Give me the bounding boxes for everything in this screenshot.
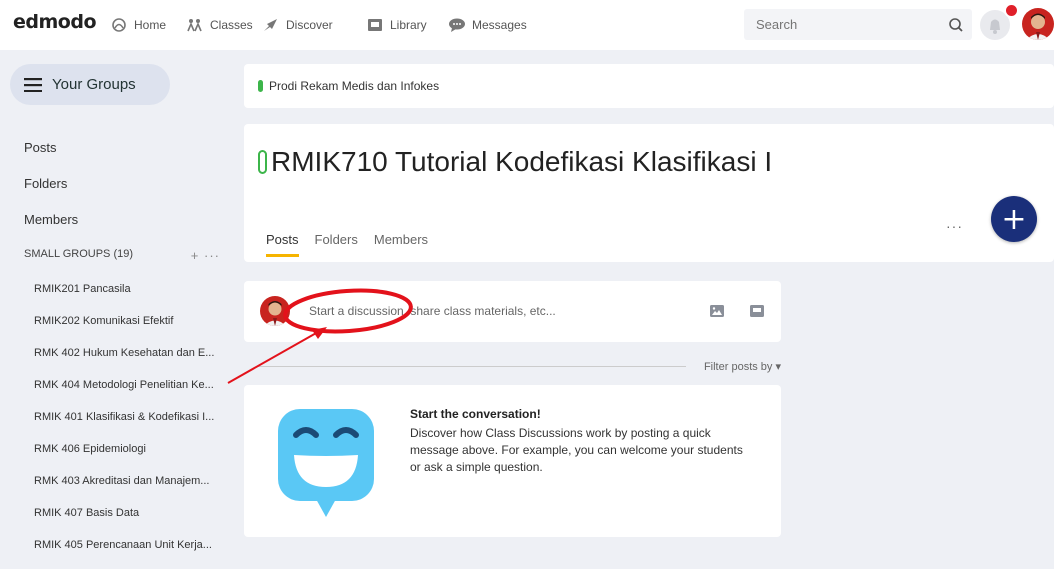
- sidebar-group-item[interactable]: RMK 404 Metodologi Penelitian Ke...: [34, 379, 224, 391]
- sidebar-group-item[interactable]: RMK 406 Epidemiologi: [34, 443, 224, 455]
- nav-home[interactable]: Home: [110, 16, 166, 34]
- class-title: RMIK710 Tutorial Kodefikasi Klasifikasi …: [258, 146, 772, 178]
- top-nav-bar: edmodo Home Classes Discover Library Mes…: [0, 0, 1054, 50]
- image-upload-icon[interactable]: [709, 303, 725, 319]
- sidebar-group-item[interactable]: RMIK 407 Basis Data: [34, 507, 224, 519]
- school-status-marker: [258, 80, 263, 92]
- filter-row: Filter posts by ▾: [244, 358, 781, 376]
- nav-discover-label: Discover: [286, 18, 333, 32]
- tab-members[interactable]: Members: [374, 232, 428, 257]
- search-box: [744, 9, 972, 40]
- classes-icon: [187, 19, 202, 32]
- sidebar-group-item[interactable]: RMK 402 Hukum Kesehatan dan E...: [34, 347, 224, 359]
- class-tabs: Posts Folders Members: [266, 232, 428, 257]
- sidebar-link-folders[interactable]: Folders: [24, 176, 67, 191]
- your-groups-label: Your Groups: [52, 76, 136, 93]
- nav-classes[interactable]: Classes: [186, 16, 253, 34]
- empty-state-body: Discover how Class Discussions work by p…: [410, 426, 743, 474]
- divider: [258, 366, 686, 367]
- more-options-button[interactable]: ···: [946, 218, 963, 234]
- sidebar-link-members[interactable]: Members: [24, 212, 78, 227]
- nav-library-label: Library: [390, 18, 427, 32]
- sidebar-group-item[interactable]: RMIK202 Komunikasi Efektif: [34, 315, 224, 327]
- discover-icon: [264, 19, 277, 31]
- messages-icon: [449, 18, 465, 32]
- class-header-card: RMIK710 Tutorial Kodefikasi Klasifikasi …: [244, 124, 1054, 262]
- sidebar-group-item[interactable]: RMIK 401 Klasifikasi & Kodefikasi I...: [34, 411, 224, 423]
- composer-input[interactable]: Start a discussion, share class material…: [309, 304, 556, 318]
- avatar-image-icon: [260, 296, 290, 326]
- add-button[interactable]: +: [991, 196, 1037, 242]
- chat-bubble-mascot-icon: [278, 409, 374, 517]
- avatar-image-icon: [1022, 8, 1054, 40]
- tab-posts[interactable]: Posts: [266, 232, 299, 257]
- search-icon[interactable]: [948, 17, 964, 33]
- nav-messages-label: Messages: [472, 18, 527, 32]
- nav-classes-label: Classes: [210, 18, 253, 32]
- school-name[interactable]: Prodi Rekam Medis dan Infokes: [269, 79, 439, 93]
- nav-discover[interactable]: Discover: [262, 16, 333, 34]
- post-composer: Start a discussion, share class material…: [244, 281, 781, 342]
- user-avatar[interactable]: [1022, 8, 1054, 40]
- edmodo-logo[interactable]: edmodo: [13, 11, 97, 33]
- small-groups-header: SMALL GROUPS (19) + ···: [24, 248, 220, 263]
- school-bar: Prodi Rekam Medis dan Infokes: [244, 64, 1054, 108]
- home-icon: [112, 18, 126, 32]
- filter-posts-dropdown[interactable]: Filter posts by ▾: [704, 360, 781, 373]
- nav-library[interactable]: Library: [366, 16, 427, 34]
- sidebar-link-posts[interactable]: Posts: [24, 140, 57, 155]
- empty-state-card: Start the conversation! Discover how Cla…: [244, 385, 781, 537]
- class-color-marker: [258, 150, 267, 174]
- search-input[interactable]: [744, 9, 924, 40]
- nav-home-label: Home: [134, 18, 167, 32]
- empty-state-title: Start the conversation!: [410, 407, 541, 421]
- tab-folders[interactable]: Folders: [315, 232, 358, 257]
- small-groups-label: SMALL GROUPS (19): [24, 248, 134, 260]
- class-title-text: RMIK710 Tutorial Kodefikasi Klasifikasi …: [271, 146, 773, 177]
- composer-avatar: [260, 296, 290, 326]
- sidebar-group-item[interactable]: RMIK 405 Perencanaan Unit Kerja...: [34, 539, 224, 551]
- sidebar-group-item[interactable]: RMIK201 Pancasila: [34, 283, 224, 295]
- hamburger-menu-icon: [24, 77, 42, 92]
- nav-messages[interactable]: Messages: [448, 16, 527, 34]
- library-icon: [368, 19, 382, 31]
- your-groups-button[interactable]: Your Groups: [10, 64, 170, 105]
- small-groups-actions[interactable]: + ···: [191, 248, 220, 263]
- library-attach-icon[interactable]: [749, 303, 765, 319]
- sidebar-group-item[interactable]: RMK 403 Akreditasi dan Manajem...: [34, 475, 224, 487]
- notification-badge: [1004, 3, 1019, 18]
